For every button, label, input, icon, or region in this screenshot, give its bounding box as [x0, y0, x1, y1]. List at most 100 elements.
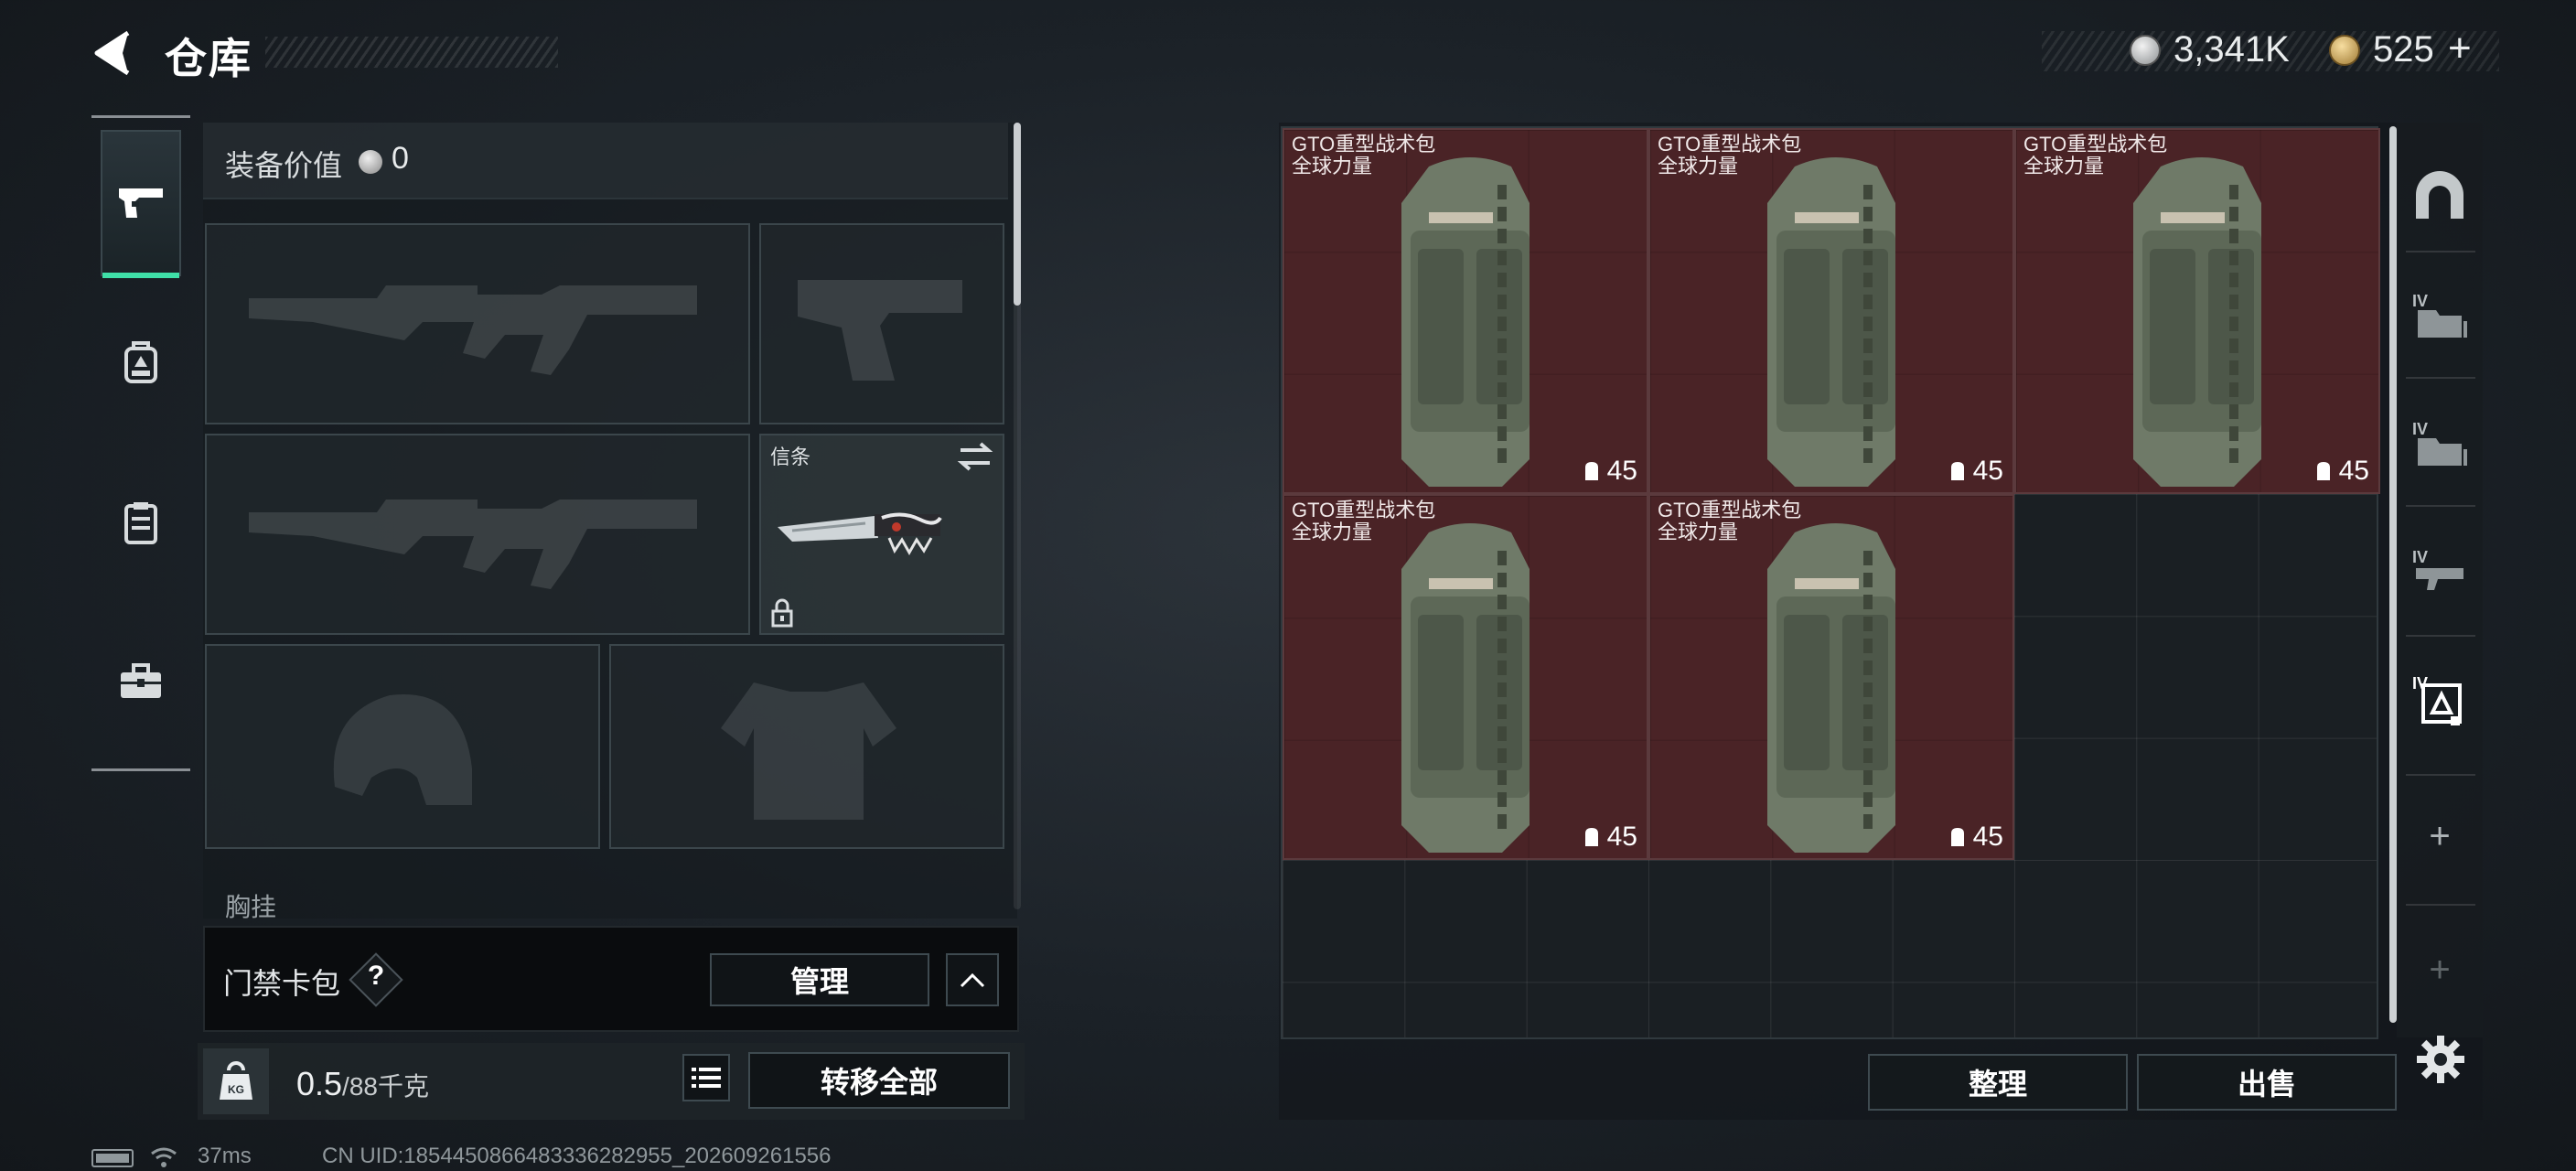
rail-tier-label: IV	[2412, 292, 2428, 310]
stash-item[interactable]: GTO重型战术包 全球力量 45	[1283, 128, 1648, 494]
item-capacity-value: 45	[1972, 456, 2003, 486]
body-armor-slot[interactable]	[609, 644, 1004, 849]
sidebar-bottom-divider	[91, 768, 190, 771]
body-armor-silhouette	[721, 682, 896, 820]
rail-tab-2[interactable]: IV	[2402, 274, 2477, 357]
assault-rifle-silhouette	[249, 285, 697, 375]
tactical-backpack-image	[1401, 157, 1530, 487]
sidebar-tab-backpack[interactable]	[101, 289, 181, 435]
gold-currency-value: 525	[2373, 29, 2434, 70]
item-capacity: 45	[1948, 456, 2003, 487]
sidebar-tab-toolbox[interactable]	[101, 607, 181, 754]
item-capacity-value: 45	[2338, 456, 2369, 486]
tactical-backpack-image	[1767, 523, 1895, 853]
weight-icon: KG	[203, 1048, 269, 1114]
folder-tier-icon: IV	[2412, 420, 2467, 466]
folder-tier-icon: IV	[2412, 292, 2467, 338]
stash-item[interactable]: GTO重型战术包 全球力量 45	[1648, 494, 2014, 860]
lock-icon	[771, 598, 793, 628]
item-tag: 全球力量	[1292, 155, 1373, 177]
item-name: GTO重型战术包	[2023, 133, 2168, 156]
user-uid: CN UID:1854450866483336282955_2026092615…	[322, 1144, 832, 1168]
equipment-value: 0	[392, 141, 409, 176]
rail-tab-4[interactable]: IV	[2402, 531, 2477, 613]
silver-coin-icon	[2130, 35, 2161, 66]
item-capacity: 45	[2313, 456, 2369, 487]
sell-button[interactable]: 出售	[2137, 1054, 2397, 1111]
toolbox-icon	[121, 663, 161, 698]
add-currency-button[interactable]: +	[2448, 26, 2472, 71]
silver-currency-value: 3,341K	[2174, 29, 2290, 70]
rail-divider	[2406, 904, 2475, 906]
weight-readout: 0.5/88千克	[296, 1065, 429, 1103]
item-tag: 全球力量	[1658, 155, 1739, 177]
gold-coin-icon	[2329, 35, 2360, 66]
container-tier-icon: IV	[2412, 674, 2462, 725]
item-name: GTO重型战术包	[1292, 499, 1436, 521]
item-tag: 全球力量	[2023, 155, 2105, 177]
sort-button[interactable]: 整理	[1868, 1054, 2128, 1111]
primary-weapon-slot-1[interactable]	[205, 223, 750, 424]
rail-tier-label: IV	[2412, 420, 2428, 438]
list-view-button[interactable]	[682, 1054, 730, 1101]
stash-scrollbar[interactable]	[2389, 126, 2397, 1023]
back-arrow-icon[interactable]	[88, 27, 139, 79]
backpack-capacity-icon	[1584, 462, 1598, 480]
rail-divider	[2406, 635, 2475, 637]
sidebar-tab-vest[interactable]	[101, 450, 181, 596]
add-tab-button-disabled[interactable]: +	[2402, 950, 2477, 991]
rail-tab-main[interactable]	[2402, 154, 2477, 236]
add-tab-button[interactable]: +	[2402, 816, 2477, 857]
transfer-all-button[interactable]: 转移全部	[748, 1052, 1010, 1109]
item-name: GTO重型战术包	[1292, 133, 1436, 156]
item-capacity-value: 45	[1606, 822, 1637, 852]
melee-slot-label: 信条	[770, 446, 811, 468]
item-capacity-value: 45	[1972, 822, 2003, 852]
settings-gear-icon[interactable]	[2415, 1034, 2466, 1085]
item-capacity: 45	[1582, 456, 1637, 487]
wifi-icon	[150, 1145, 177, 1169]
item-name: GTO重型战术包	[1658, 499, 1802, 521]
rail-tab-5-active[interactable]: IV	[2402, 659, 2477, 741]
battery-icon	[91, 1149, 134, 1167]
rail-tab-3[interactable]: IV	[2402, 403, 2477, 485]
manage-button[interactable]: 管理	[710, 953, 929, 1006]
ping-readout: 37ms	[198, 1144, 252, 1168]
item-capacity-value: 45	[1606, 456, 1637, 486]
weight-unit: 千克	[377, 1072, 429, 1101]
assault-rifle-silhouette	[249, 500, 697, 589]
tactical-backpack-image	[2133, 157, 2261, 487]
stash-item[interactable]: GTO重型战术包 全球力量 45	[1283, 494, 1648, 860]
melee-slot[interactable]: 信条	[759, 434, 1004, 635]
swap-icon[interactable]	[957, 441, 993, 472]
pistol-silhouette	[798, 280, 962, 381]
item-capacity: 45	[1948, 822, 2003, 853]
sidebar-top-divider	[91, 115, 190, 118]
rail-divider	[2406, 251, 2475, 252]
help-icon[interactable]: ?	[366, 961, 386, 992]
rail-tier-label: IV	[2412, 548, 2428, 566]
item-name: GTO重型战术包	[1658, 133, 1802, 156]
item-tag: 全球力量	[1292, 521, 1373, 543]
equipment-scrollbar-thumb[interactable]	[1014, 123, 1021, 306]
sidearm-slot[interactable]	[759, 223, 1004, 424]
sidebar-tab-weapons[interactable]	[101, 130, 181, 278]
title-decoration	[265, 37, 558, 68]
backpack-icon	[124, 341, 157, 383]
item-tag: 全球力量	[1658, 521, 1739, 543]
stash-item[interactable]: GTO重型战术包 全球力量 45	[1648, 128, 2014, 494]
backpack-capacity-icon	[1950, 462, 1964, 480]
tactical-backpack-image	[1401, 523, 1530, 853]
tactical-backpack-image	[1767, 157, 1895, 487]
weight-icon-text: KG	[228, 1083, 244, 1096]
primary-weapon-slot-2[interactable]	[205, 434, 750, 635]
stash-item[interactable]: GTO重型战术包 全球力量 45	[2014, 128, 2380, 494]
collapse-button[interactable]	[946, 953, 999, 1006]
rail-divider	[2406, 774, 2475, 776]
access-card-label: 门禁卡包	[223, 967, 341, 1000]
chevron-up-icon	[960, 972, 985, 988]
page-title: 仓库	[165, 35, 252, 82]
equipment-value-label: 装备价值	[225, 149, 343, 182]
helmet-slot[interactable]	[205, 644, 600, 849]
helmet-silhouette	[333, 694, 472, 805]
